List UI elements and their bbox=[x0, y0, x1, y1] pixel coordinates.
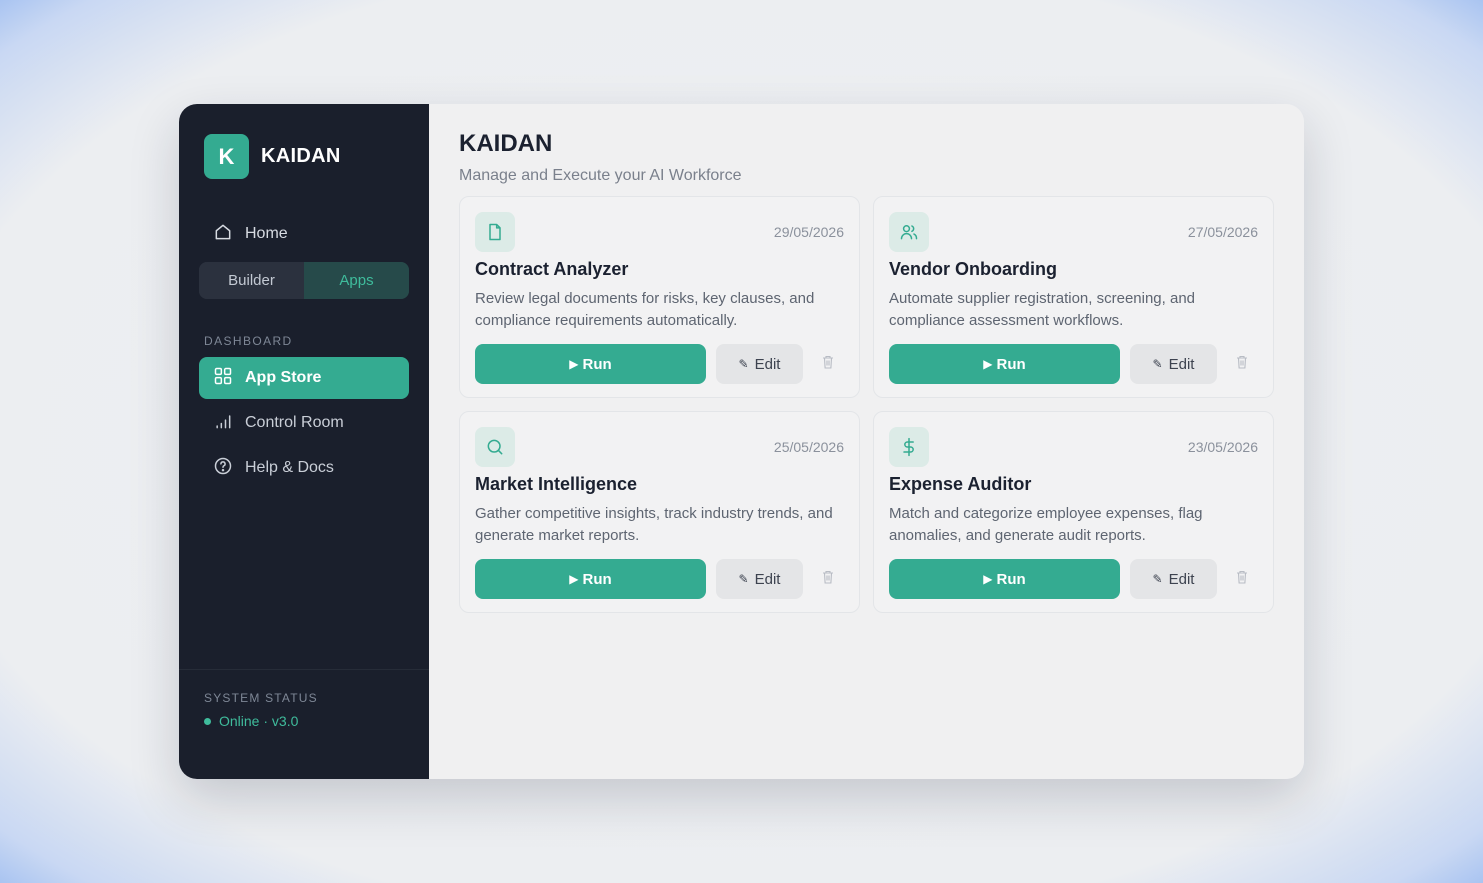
card-title: Contract Analyzer bbox=[475, 259, 629, 279]
grid-icon bbox=[213, 366, 245, 391]
run-button[interactable]: ▶ Run bbox=[475, 344, 706, 384]
play-icon: ▶ bbox=[569, 357, 579, 371]
edit-button[interactable]: ✎ Edit bbox=[716, 559, 803, 599]
card-title: Expense Auditor bbox=[889, 474, 1032, 494]
card-description: Automate supplier registration, screenin… bbox=[889, 290, 1196, 329]
nav-home-label: Home bbox=[245, 225, 288, 242]
nav-home[interactable]: Home bbox=[199, 215, 409, 253]
run-button[interactable]: ▶ Run bbox=[475, 559, 706, 599]
delete-button[interactable] bbox=[821, 355, 835, 374]
document-icon bbox=[475, 212, 515, 252]
bars-icon bbox=[213, 411, 245, 436]
edit-label: Edit bbox=[1168, 570, 1195, 588]
edit-label: Edit bbox=[754, 355, 781, 373]
pencil-icon: ✎ bbox=[738, 357, 749, 371]
run-label: Run bbox=[996, 355, 1026, 373]
card-date: 25/05/2026 bbox=[773, 439, 844, 455]
pencil-icon: ✎ bbox=[1152, 572, 1163, 586]
card-description: Match and categorize employee expenses, … bbox=[889, 505, 1203, 544]
play-icon: ▶ bbox=[569, 572, 579, 586]
app-card: 23/05/2026 Expense Auditor Match and cat… bbox=[873, 411, 1274, 613]
mode-toggle: Builder Apps bbox=[199, 262, 409, 299]
run-button[interactable]: ▶ Run bbox=[889, 344, 1120, 384]
app-card: 25/05/2026 Market Intelligence Gather co… bbox=[459, 411, 860, 613]
card-date: 29/05/2026 bbox=[773, 224, 844, 240]
app-card: 27/05/2026 Vendor Onboarding Automate su… bbox=[873, 196, 1274, 398]
sidebar-item-help-docs[interactable]: Help & Docs bbox=[199, 447, 409, 489]
page-subtitle: Manage and Execute your AI Workforce bbox=[459, 167, 742, 184]
help-icon bbox=[213, 456, 245, 481]
sidebar-item-label: App Store bbox=[245, 369, 322, 386]
users-icon bbox=[889, 212, 929, 252]
system-status: SYSTEM STATUS Online · v3.0 bbox=[179, 669, 429, 779]
brand-logo: K bbox=[204, 134, 249, 179]
card-description: Review legal documents for risks, key cl… bbox=[475, 290, 815, 329]
edit-button[interactable]: ✎ Edit bbox=[1130, 559, 1217, 599]
run-label: Run bbox=[582, 570, 612, 588]
status-dot-icon bbox=[204, 717, 211, 725]
card-date: 27/05/2026 bbox=[1187, 224, 1258, 240]
sidebar-item-label: Control Room bbox=[245, 414, 344, 431]
delete-button[interactable] bbox=[821, 570, 835, 589]
delete-button[interactable] bbox=[1235, 355, 1249, 374]
page-title: KAIDAN bbox=[459, 130, 553, 157]
status-label: SYSTEM STATUS bbox=[204, 691, 318, 705]
main-content: KAIDAN Manage and Execute your AI Workfo… bbox=[429, 104, 1304, 779]
dollar-icon bbox=[889, 427, 929, 467]
app-window: K KAIDAN Home Builder Apps DASHBOARD App… bbox=[179, 104, 1304, 779]
card-title: Market Intelligence bbox=[475, 474, 638, 494]
status-value: Online · v3.0 bbox=[204, 713, 404, 729]
tab-builder[interactable]: Builder bbox=[199, 262, 304, 299]
app-card: 29/05/2026 Contract Analyzer Review lega… bbox=[459, 196, 860, 398]
card-description: Gather competitive insights, track indus… bbox=[475, 505, 833, 544]
search-icon bbox=[475, 427, 515, 467]
brand: K KAIDAN bbox=[204, 134, 409, 179]
play-icon: ▶ bbox=[983, 357, 993, 371]
pencil-icon: ✎ bbox=[738, 572, 749, 586]
sidebar-item-control-room[interactable]: Control Room bbox=[199, 402, 409, 444]
run-label: Run bbox=[582, 355, 612, 373]
section-label-dashboard: DASHBOARD bbox=[204, 334, 293, 348]
delete-button[interactable] bbox=[1235, 570, 1249, 589]
run-button[interactable]: ▶ Run bbox=[889, 559, 1120, 599]
pencil-icon: ✎ bbox=[1152, 357, 1163, 371]
trash-icon bbox=[822, 355, 834, 374]
card-date: 23/05/2026 bbox=[1187, 439, 1258, 455]
trash-icon bbox=[822, 570, 834, 589]
home-icon bbox=[213, 222, 245, 247]
app-grid: 29/05/2026 Contract Analyzer Review lega… bbox=[459, 196, 1274, 613]
edit-label: Edit bbox=[1168, 355, 1195, 373]
sidebar: K KAIDAN Home Builder Apps DASHBOARD App… bbox=[179, 104, 429, 779]
play-icon: ▶ bbox=[983, 572, 993, 586]
edit-button[interactable]: ✎ Edit bbox=[1130, 344, 1217, 384]
sidebar-item-label: Help & Docs bbox=[245, 459, 334, 476]
tab-apps[interactable]: Apps bbox=[304, 262, 409, 299]
status-text: Online · v3.0 bbox=[219, 713, 299, 729]
sidebar-item-app-store[interactable]: App Store bbox=[199, 357, 409, 399]
trash-icon bbox=[1236, 355, 1248, 374]
run-label: Run bbox=[996, 570, 1026, 588]
trash-icon bbox=[1236, 570, 1248, 589]
brand-name: KAIDAN bbox=[261, 145, 341, 167]
edit-label: Edit bbox=[754, 570, 781, 588]
card-title: Vendor Onboarding bbox=[889, 259, 1058, 279]
edit-button[interactable]: ✎ Edit bbox=[716, 344, 803, 384]
